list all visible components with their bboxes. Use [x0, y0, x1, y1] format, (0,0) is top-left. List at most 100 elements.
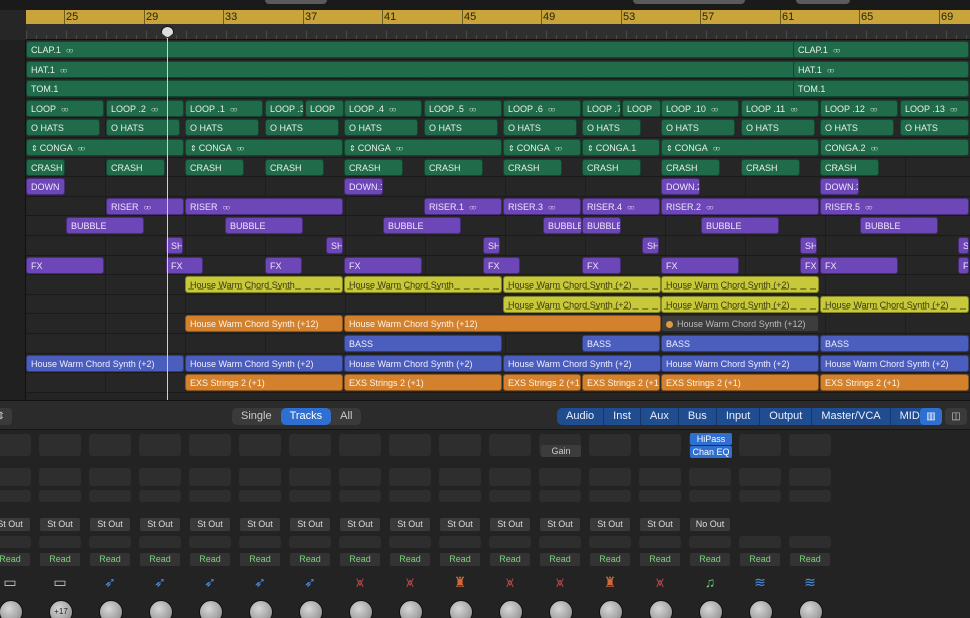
eq-slot[interactable] [289, 468, 331, 486]
pan-knob[interactable] [599, 600, 623, 618]
setting-slot[interactable] [289, 434, 331, 456]
region[interactable]: LOOP .5 ○○ [424, 99, 502, 117]
group-slot[interactable] [0, 536, 31, 548]
automation-mode[interactable]: Read [340, 553, 380, 566]
region[interactable]: O HATS [503, 119, 577, 137]
eq-slot[interactable] [689, 468, 731, 486]
region[interactable]: LOOP .2 ○○ [106, 99, 184, 117]
keyboard-stand-icon[interactable]: ⩙ [398, 573, 422, 591]
output-slot[interactable]: St Out [40, 518, 80, 531]
region[interactable]: SH [326, 237, 343, 254]
region[interactable]: House Warm Chord Synth (+12) [344, 315, 661, 333]
group-slot[interactable] [489, 536, 531, 548]
region[interactable]: O HATS [106, 119, 180, 137]
region[interactable]: SH [483, 237, 500, 254]
automation-mode[interactable]: Read [790, 553, 830, 566]
automation-mode[interactable]: Read [190, 553, 230, 566]
toolbar-button[interactable] [796, 0, 850, 4]
region[interactable]: EXS Strings 2 (+1) [661, 374, 819, 392]
output-slot[interactable]: St Out [90, 518, 130, 531]
keyboard-stand-icon[interactable]: ⩙ [548, 573, 572, 591]
region[interactable]: TOM.1 [793, 80, 969, 98]
region[interactable]: BUBBLE [860, 217, 938, 235]
midi-fx-slot[interactable] [289, 490, 331, 502]
region[interactable]: ⇕ CONGA ○○ [661, 139, 819, 156]
region[interactable]: BASS [582, 335, 660, 352]
rocket-icon[interactable]: ➶ [198, 573, 222, 591]
eq-slot[interactable] [139, 468, 181, 486]
output-slot[interactable]: St Out [0, 518, 30, 531]
rocket-icon[interactable]: ➶ [298, 573, 322, 591]
region[interactable]: O HATS [424, 119, 498, 137]
setting-slot[interactable] [239, 434, 281, 456]
midi-fx-slot[interactable] [639, 490, 681, 502]
region[interactable]: EXS Strings 2 (+1) [185, 374, 343, 392]
group-slot[interactable] [339, 536, 381, 548]
gain-plugin-slot[interactable]: Gain [541, 445, 581, 457]
region[interactable]: CRASH [26, 158, 65, 176]
region[interactable]: LOOP .13 ○○ [900, 99, 969, 117]
output-slot[interactable]: St Out [440, 518, 480, 531]
region[interactable]: LOOP [305, 99, 344, 117]
region[interactable]: BUBBLE [225, 217, 303, 235]
plugin-slot[interactable]: Chan EQ [690, 446, 732, 458]
region[interactable]: SH [642, 237, 659, 254]
eq-slot[interactable] [589, 468, 631, 486]
automation-mode[interactable]: Read [440, 553, 480, 566]
eq-slot[interactable] [89, 468, 131, 486]
region[interactable]: LOOP .1 ○○ [185, 99, 263, 117]
region[interactable]: CRASH [424, 158, 483, 176]
region[interactable]: LOOP .6 ○○ [503, 99, 581, 117]
region[interactable]: HAT.1 ○○ [793, 60, 969, 78]
region[interactable]: RISER.4 ○○ [582, 197, 660, 215]
automation-mode[interactable]: Read [140, 553, 180, 566]
region[interactable]: O HATS [185, 119, 259, 137]
region[interactable]: House Warm Chord Synth (+2) [661, 295, 819, 313]
eq-slot[interactable] [239, 468, 281, 486]
region[interactable]: CRASH [582, 158, 641, 176]
region[interactable]: House Warm Chord Synth [344, 276, 502, 294]
output-slot[interactable]: St Out [190, 518, 230, 531]
region[interactable]: LOOP ○○ [26, 99, 104, 117]
region[interactable]: House Warm Chord Synth (+2) [503, 295, 661, 313]
automation-mode[interactable]: Read [90, 553, 130, 566]
region[interactable]: RISER.2 ○○ [661, 197, 819, 215]
automation-mode[interactable]: Read [590, 553, 630, 566]
midi-fx-slot[interactable] [339, 490, 381, 502]
waveform-icon[interactable]: ≋ [798, 573, 822, 591]
midi-fx-slot[interactable] [0, 490, 31, 502]
automation-mode[interactable]: Read [490, 553, 530, 566]
midi-fx-slot[interactable] [239, 490, 281, 502]
pan-knob[interactable] [99, 600, 123, 618]
output-slot[interactable]: St Out [240, 518, 280, 531]
region[interactable]: House Warm Chord Synth (+2) [344, 354, 502, 372]
rocket-icon[interactable]: ➶ [148, 573, 172, 591]
eq-slot[interactable] [339, 468, 381, 486]
region[interactable]: House Warm Chord Synth (+2) [661, 354, 819, 372]
eq-slot[interactable] [639, 468, 681, 486]
midi-fx-slot[interactable] [139, 490, 181, 502]
region[interactable]: BUBBLE [66, 217, 144, 235]
output-slot[interactable]: St Out [390, 518, 430, 531]
pan-knob[interactable] [549, 600, 573, 618]
setting-slot[interactable] [439, 434, 481, 456]
playhead[interactable] [161, 26, 174, 400]
region[interactable]: O HATS [661, 119, 735, 137]
region[interactable]: BUBBLE [383, 217, 461, 235]
midi-fx-slot[interactable] [539, 490, 581, 502]
region[interactable]: ⇕ CONGA ○○ [185, 139, 343, 156]
region[interactable]: ⇕ CONGA ○○ [344, 139, 502, 156]
setting-slot[interactable] [639, 434, 681, 456]
region[interactable]: LOOP .7○○ [582, 99, 621, 117]
filter-output[interactable]: Output [760, 408, 813, 425]
midi-fx-slot[interactable] [789, 490, 831, 502]
output-slot[interactable]: St Out [540, 518, 580, 531]
output-slot[interactable]: St Out [340, 518, 380, 531]
region[interactable]: FX [26, 256, 104, 274]
filter-bus[interactable]: Bus [679, 408, 717, 425]
region[interactable]: CLAP.1 ○○ [793, 41, 969, 58]
keyboard-icon[interactable]: ▭ [48, 573, 72, 591]
setting-slot[interactable] [139, 434, 181, 456]
rocket-icon[interactable]: ➶ [248, 573, 272, 591]
filter-master-vca[interactable]: Master/VCA [812, 408, 891, 425]
